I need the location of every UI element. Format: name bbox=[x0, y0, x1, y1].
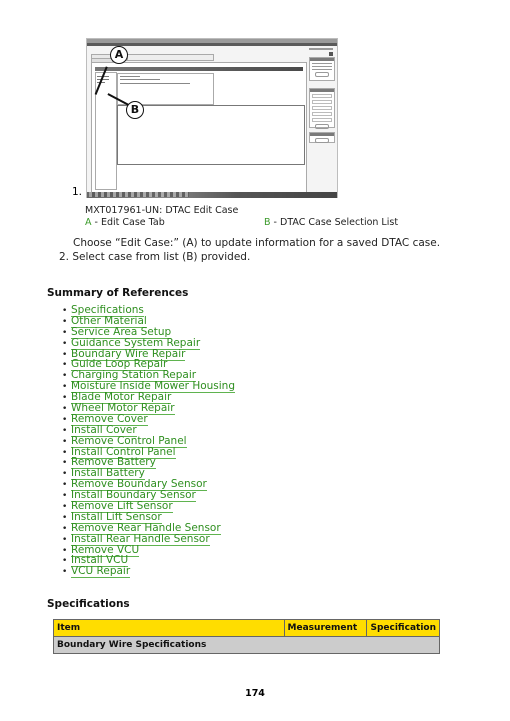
reference-list-item: • Guidance System Repair bbox=[62, 336, 235, 350]
reference-list-item: • Remove Control Panel bbox=[62, 434, 235, 448]
right-panel-search bbox=[309, 88, 335, 129]
column-header-specification: Specification bbox=[366, 619, 440, 637]
main-pane-header bbox=[95, 67, 303, 71]
step-1-number: 1. bbox=[72, 186, 83, 198]
taskbar-icons bbox=[89, 192, 189, 197]
reference-list-item: • Install Rear Handle Sensor bbox=[62, 532, 235, 546]
bullet-icon: • bbox=[62, 567, 68, 578]
table-header-row: Item Measurement Specification bbox=[53, 619, 440, 637]
step-2-text: Select case from list (B) provided. bbox=[72, 251, 251, 263]
callout-b: B bbox=[126, 101, 144, 119]
form-text bbox=[120, 79, 160, 80]
form-text bbox=[120, 76, 140, 77]
callout-a: A bbox=[110, 46, 128, 64]
figure-caption: MXT017961-UN: DTAC Edit Case bbox=[85, 205, 239, 216]
nav-item bbox=[97, 79, 109, 80]
bullet-icon: • bbox=[62, 436, 68, 447]
app-tabs-secondary bbox=[127, 54, 214, 61]
dtac-case-selection-list bbox=[117, 105, 305, 165]
column-header-item: Item bbox=[53, 619, 285, 637]
references-list: • Specifications • Other Material • Service A… bbox=[62, 304, 235, 579]
bullet-icon: • bbox=[62, 338, 68, 349]
table-group-row: Boundary Wire Specifications bbox=[53, 636, 440, 654]
legend-b: B - DTAC Case Selection List bbox=[264, 217, 398, 228]
top-links bbox=[309, 48, 333, 50]
step-2: 2. Select case from list (B) provided. bbox=[59, 251, 250, 263]
group-row-label: Boundary Wire Specifications bbox=[53, 636, 440, 654]
legend-b-text: - DTAC Case Selection List bbox=[270, 217, 399, 228]
summary-heading: Summary of References bbox=[47, 287, 189, 299]
window-menubar bbox=[87, 43, 337, 46]
case-search-form bbox=[117, 73, 214, 105]
specifications-heading: Specifications bbox=[47, 598, 130, 610]
right-panel-case bbox=[309, 57, 335, 81]
column-header-measurement: Measurement bbox=[283, 619, 368, 637]
legend-a: A - Edit Case Tab bbox=[85, 217, 165, 228]
specifications-table: Item Measurement Specification Boundary … bbox=[53, 619, 440, 654]
step-2-number: 2. bbox=[59, 251, 70, 263]
form-fields bbox=[120, 83, 190, 84]
page-number: 174 bbox=[245, 688, 265, 699]
print-icon bbox=[329, 52, 333, 56]
reference-list-item: • VCU Repair bbox=[62, 565, 235, 579]
bullet-icon: • bbox=[62, 534, 68, 545]
reference-link[interactable]: VCU Repair bbox=[71, 565, 131, 579]
legend-a-text: - Edit Case Tab bbox=[91, 217, 165, 228]
step-1-text: Choose “Edit Case:” (A) to update inform… bbox=[73, 237, 441, 249]
right-panel-other bbox=[309, 132, 335, 143]
